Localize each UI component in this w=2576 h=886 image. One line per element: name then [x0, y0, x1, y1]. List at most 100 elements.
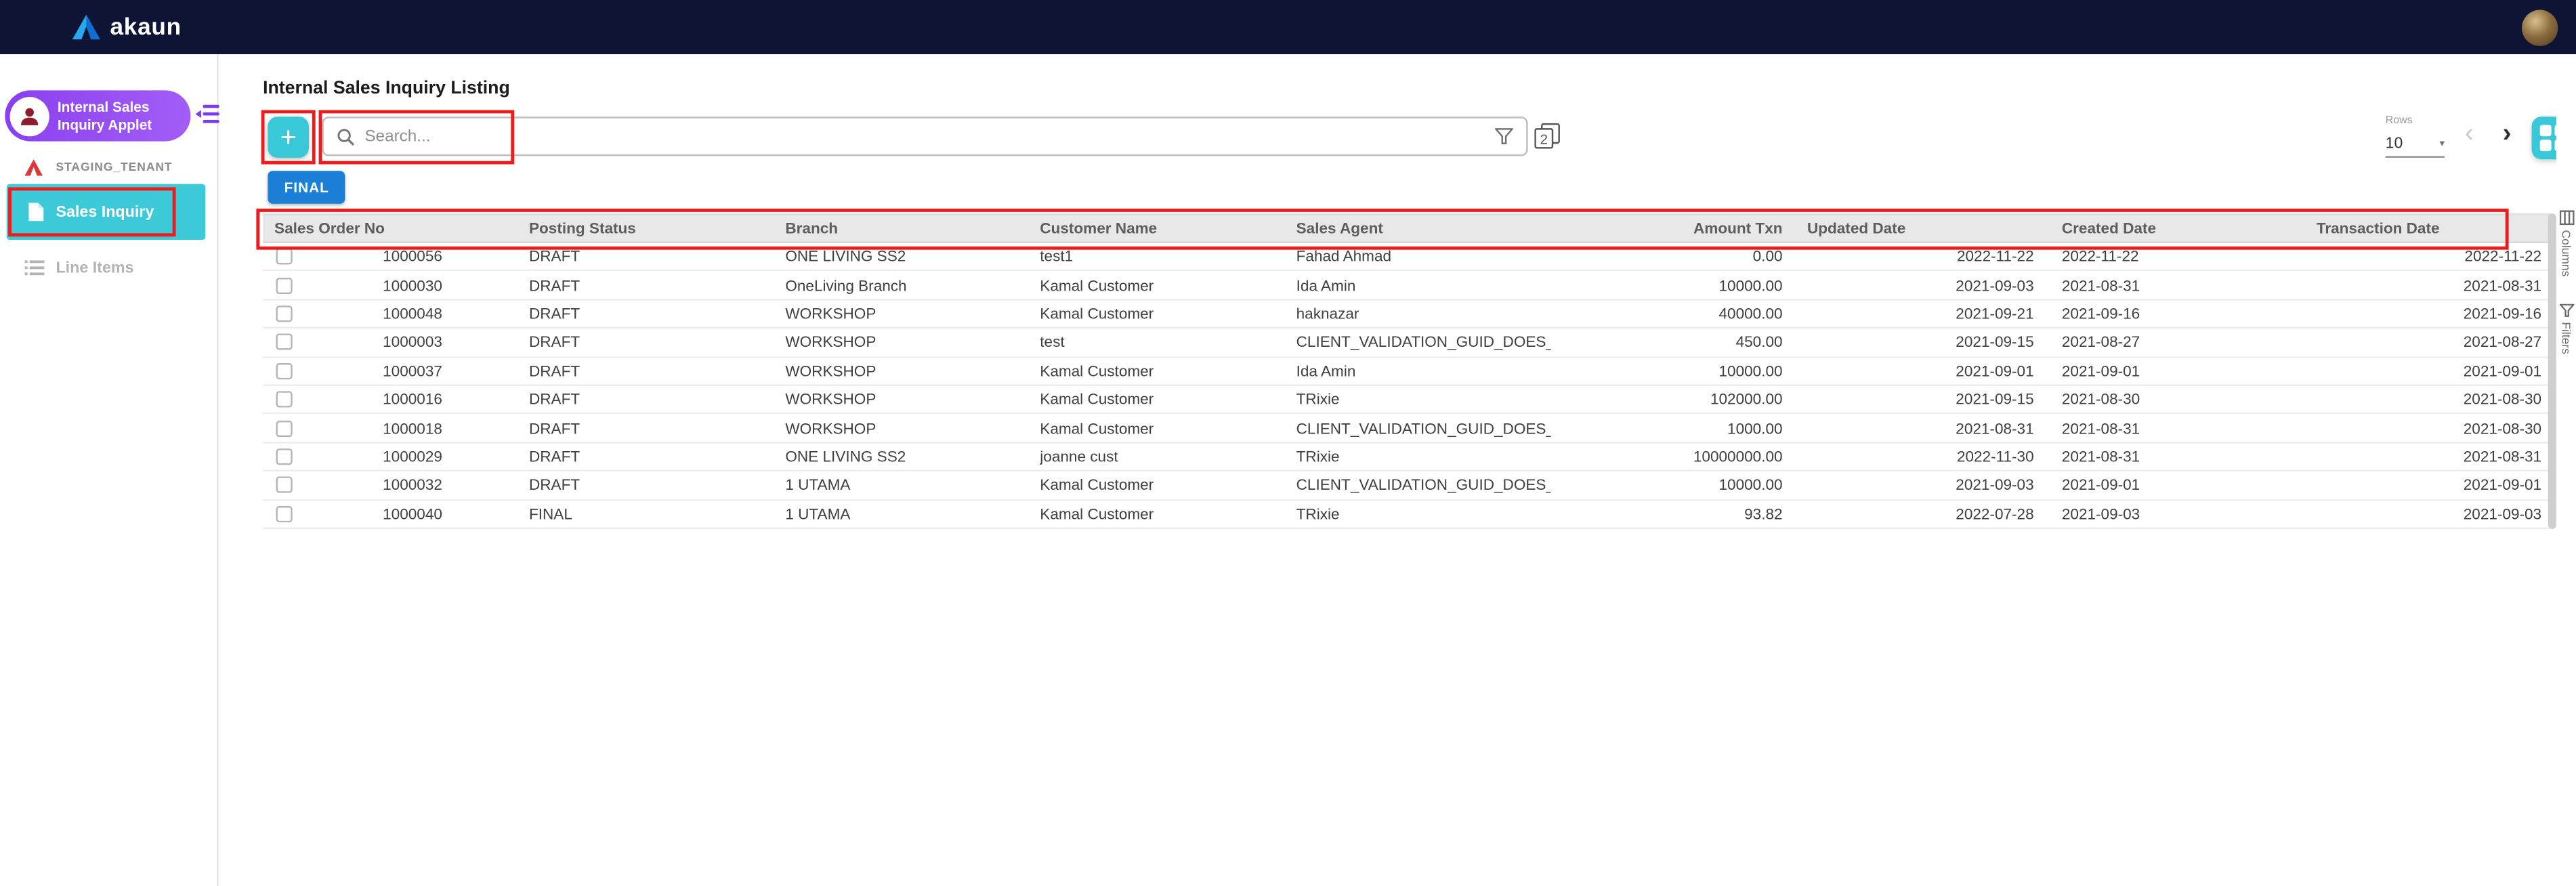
cell-amount-txn: 40000.00	[1551, 305, 1783, 322]
col-transaction-date[interactable]: Transaction Date	[2292, 220, 2551, 236]
user-avatar[interactable]	[2522, 9, 2558, 45]
col-sales-order-no[interactable]: Sales Order No	[263, 220, 529, 236]
cell-customer-name: Kamal Customer	[1040, 420, 1296, 436]
col-customer-name[interactable]: Customer Name	[1040, 220, 1296, 236]
table-row[interactable]: 1000016 DRAFT WORKSHOP Kamal Customer TR…	[263, 386, 2552, 415]
filters-tab[interactable]: Filters	[2556, 304, 2576, 354]
row-checkbox[interactable]	[276, 448, 292, 465]
table-row[interactable]: 1000003 DRAFT WORKSHOP test CLIENT_VALID…	[263, 329, 2552, 357]
row-checkbox[interactable]	[276, 277, 292, 293]
col-updated-date[interactable]: Updated Date	[1783, 220, 2037, 236]
cell-sales-agent: haknazar	[1296, 305, 1551, 322]
search-input[interactable]	[364, 127, 1495, 146]
svg-text:2: 2	[1540, 131, 1548, 147]
cell-sales-agent: TRixie	[1296, 448, 1551, 465]
col-branch[interactable]: Branch	[785, 220, 1040, 236]
sidebar-item-staging-tenant[interactable]: STAGING_TENANT	[0, 153, 219, 181]
row-checkbox[interactable]	[276, 392, 292, 408]
filters-icon	[2559, 304, 2574, 317]
cell-sales-agent: Ida Amin	[1296, 277, 1551, 293]
table-row[interactable]: 1000018 DRAFT WORKSHOP Kamal Customer CL…	[263, 415, 2552, 443]
cell-sales-agent: TRixie	[1296, 392, 1551, 408]
cell-updated-date: 2022-11-22	[1783, 249, 2037, 265]
applet-name: Internal Sales Inquiry Applet	[58, 98, 190, 133]
cell-sales-agent: Ida Amin	[1296, 362, 1551, 379]
cell-posting-status: DRAFT	[529, 362, 785, 379]
cell-updated-date: 2021-09-03	[1783, 477, 2037, 493]
col-amount-txn[interactable]: Amount Txn	[1551, 220, 1783, 236]
row-checkbox[interactable]	[276, 305, 292, 322]
cell-created-date: 2021-09-01	[2037, 477, 2292, 493]
applet-logo-icon	[10, 96, 49, 135]
row-checkbox[interactable]	[276, 362, 292, 379]
cell-transaction-date: 2021-08-30	[2292, 420, 2551, 436]
cell-sales-order-no: 1000003	[368, 334, 529, 350]
rows-per-page-value: 10	[2386, 135, 2403, 153]
cell-transaction-date: 2021-08-27	[2292, 334, 2551, 350]
cell-transaction-date: 2021-08-31	[2292, 277, 2551, 293]
copy-pages-icon[interactable]: 2	[1534, 123, 1561, 150]
line-items-label: Line Items	[56, 259, 133, 277]
cell-customer-name: joanne cust	[1040, 448, 1296, 465]
cell-amount-txn: 0.00	[1551, 249, 1783, 265]
cell-posting-status: DRAFT	[529, 249, 785, 265]
cell-updated-date: 2021-08-31	[1783, 420, 2037, 436]
cell-branch: WORKSHOP	[785, 305, 1040, 322]
table-row[interactable]: 1000048 DRAFT WORKSHOP Kamal Customer ha…	[263, 300, 2552, 329]
cell-posting-status: FINAL	[529, 505, 785, 522]
columns-icon	[2559, 210, 2574, 225]
sidebar-item-sales-inquiry[interactable]: Sales Inquiry	[7, 184, 205, 240]
search-box[interactable]	[322, 117, 1527, 156]
table-row[interactable]: 1000029 DRAFT ONE LIVING SS2 joanne cust…	[263, 443, 2552, 471]
sidebar-item-line-items[interactable]: Line Items	[0, 253, 219, 283]
table-row[interactable]: 1000037 DRAFT WORKSHOP Kamal Customer Id…	[263, 358, 2552, 386]
final-filter-chip[interactable]: FINAL	[268, 171, 345, 204]
table-row[interactable]: 1000056 DRAFT ONE LIVING SS2 test1 Fahad…	[263, 243, 2552, 272]
prev-page-button[interactable]: ‹	[2455, 120, 2485, 150]
cell-posting-status: DRAFT	[529, 448, 785, 465]
table-row[interactable]: 1000040 FINAL 1 UTAMA Kamal Customer TRi…	[263, 501, 2552, 529]
cell-sales-agent: Fahad Ahmad	[1296, 249, 1551, 265]
cell-amount-txn: 450.00	[1551, 334, 1783, 350]
cell-transaction-date: 2021-09-01	[2292, 362, 2551, 379]
applet-badge[interactable]: Internal Sales Inquiry Applet	[5, 90, 190, 141]
next-page-button[interactable]: ›	[2492, 120, 2522, 150]
cell-sales-order-no: 1000056	[368, 249, 529, 265]
akaun-logo[interactable]: akaun	[72, 14, 182, 41]
tenant-label: STAGING_TENANT	[56, 159, 172, 174]
cell-sales-order-no: 1000016	[368, 392, 529, 408]
table-scrollbar[interactable]	[2548, 213, 2556, 529]
row-checkbox[interactable]	[276, 420, 292, 436]
filter-icon[interactable]	[1495, 128, 1513, 144]
cell-sales-order-no: 1000029	[368, 448, 529, 465]
topbar: akaun	[0, 0, 2576, 54]
cell-transaction-date: 2021-09-16	[2292, 305, 2551, 322]
cell-created-date: 2022-11-22	[2037, 249, 2292, 265]
cell-amount-txn: 10000000.00	[1551, 448, 1783, 465]
row-checkbox[interactable]	[276, 505, 292, 522]
row-checkbox[interactable]	[276, 249, 292, 265]
cell-posting-status: DRAFT	[529, 477, 785, 493]
col-sales-agent[interactable]: Sales Agent	[1296, 220, 1551, 236]
cell-branch: 1 UTAMA	[785, 477, 1040, 493]
table-row[interactable]: 1000030 DRAFT OneLiving Branch Kamal Cus…	[263, 272, 2552, 300]
sidebar-collapse-icon[interactable]	[196, 104, 220, 125]
add-button[interactable]: +	[268, 117, 309, 158]
search-icon	[337, 127, 355, 146]
row-checkbox[interactable]	[276, 334, 292, 350]
rows-per-page-select[interactable]: 10 ▾	[2386, 131, 2445, 158]
cell-sales-order-no: 1000032	[368, 477, 529, 493]
cell-amount-txn: 102000.00	[1551, 392, 1783, 408]
cell-customer-name: test1	[1040, 249, 1296, 265]
col-created-date[interactable]: Created Date	[2037, 220, 2292, 236]
cell-created-date: 2021-08-31	[2037, 420, 2292, 436]
cell-sales-order-no: 1000018	[368, 420, 529, 436]
table-header-row[interactable]: Sales Order No Posting Status Branch Cus…	[263, 213, 2552, 243]
cell-posting-status: DRAFT	[529, 334, 785, 350]
table-row[interactable]: 1000032 DRAFT 1 UTAMA Kamal Customer CLI…	[263, 471, 2552, 500]
cell-sales-agent: CLIENT_VALIDATION_GUID_DOES_NOT_E...	[1296, 477, 1551, 493]
col-posting-status[interactable]: Posting Status	[529, 220, 785, 236]
row-checkbox[interactable]	[276, 477, 292, 493]
columns-tab[interactable]: Columns	[2556, 210, 2576, 276]
cell-transaction-date: 2021-09-01	[2292, 477, 2551, 493]
